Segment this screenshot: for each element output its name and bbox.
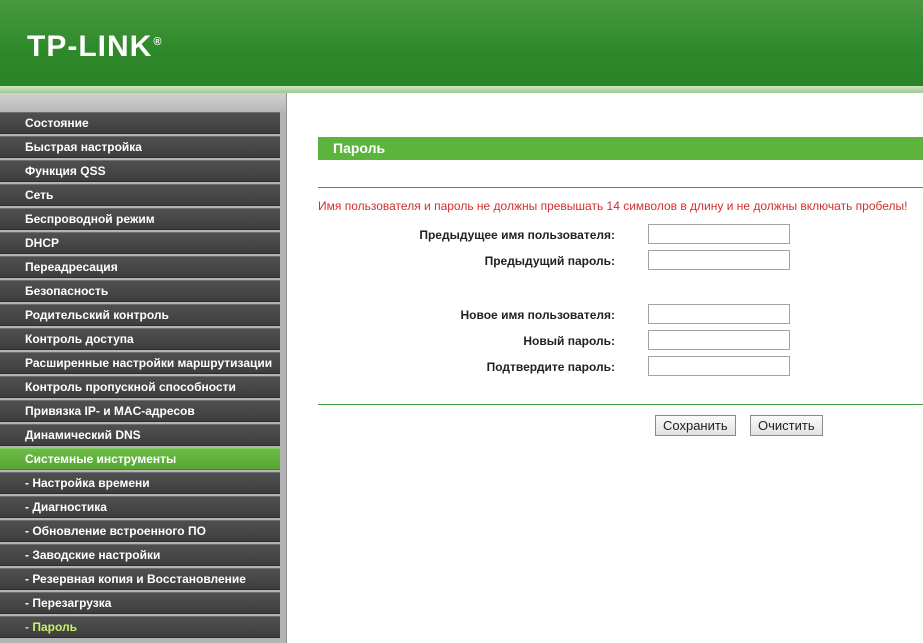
- sidebar-item-access-control[interactable]: Контроль доступа: [0, 328, 280, 350]
- warning-message: Имя пользователя и пароль не должны прев…: [318, 199, 908, 213]
- logo-text: TP-LINK: [27, 30, 153, 63]
- tp-link-logo: TP-LINK®: [27, 30, 162, 64]
- save-button[interactable]: Сохранить: [655, 415, 736, 436]
- sidebar-item-status[interactable]: Состояние: [0, 112, 280, 134]
- header-divider: [0, 86, 923, 93]
- sidebar-item-quick-setup[interactable]: Быстрая настройка: [0, 136, 280, 158]
- sidebar-item-factory-defaults[interactable]: - Заводские настройки: [0, 544, 280, 566]
- new-password-input[interactable]: [648, 330, 790, 350]
- sidebar-item-dynamic-dns[interactable]: Динамический DNS: [0, 424, 280, 446]
- sidebar-item-password[interactable]: - Пароль: [0, 616, 280, 638]
- sidebar-item-qss[interactable]: Функция QSS: [0, 160, 280, 182]
- new-password-label: Новый пароль:: [523, 334, 615, 348]
- sidebar-item-time-settings[interactable]: - Настройка времени: [0, 472, 280, 494]
- old-username-input[interactable]: [648, 224, 790, 244]
- old-password-input[interactable]: [648, 250, 790, 270]
- sidebar-menu: Состояние Быстрая настройка Функция QSS …: [0, 93, 287, 643]
- sidebar-item-advanced-routing[interactable]: Расширенные настройки маршрутизации: [0, 352, 280, 374]
- sidebar-item-wireless[interactable]: Беспроводной режим: [0, 208, 280, 230]
- main-content: Пароль Имя пользователя и пароль не долж…: [287, 93, 923, 643]
- clear-button[interactable]: Очистить: [750, 415, 823, 436]
- sidebar-item-diagnostics[interactable]: - Диагностика: [0, 496, 280, 518]
- sidebar-item-backup-restore[interactable]: - Резервная копия и Восстановление: [0, 568, 280, 590]
- confirm-password-input[interactable]: [648, 356, 790, 376]
- new-username-input[interactable]: [648, 304, 790, 324]
- sidebar-item-system-tools[interactable]: Системные инструменты: [0, 448, 280, 470]
- header-banner: TP-LINK®: [0, 0, 923, 86]
- top-divider: [318, 187, 923, 188]
- sidebar-item-bandwidth-control[interactable]: Контроль пропускной способности: [0, 376, 280, 398]
- sidebar-item-dhcp[interactable]: DHCP: [0, 232, 280, 254]
- new-username-label: Новое имя пользователя:: [460, 308, 615, 322]
- sidebar-item-firmware-upgrade[interactable]: - Обновление встроенного ПО: [0, 520, 280, 542]
- logo-registered-mark: ®: [153, 36, 163, 48]
- sidebar-item-security[interactable]: Безопасность: [0, 280, 280, 302]
- bottom-divider: [318, 404, 923, 405]
- old-username-label: Предыдущее имя пользователя:: [419, 228, 615, 242]
- page-title: Пароль: [318, 137, 923, 160]
- sidebar-item-parental-control[interactable]: Родительский контроль: [0, 304, 280, 326]
- sidebar-top-spacer: [0, 93, 286, 112]
- confirm-password-label: Подтвердите пароль:: [486, 360, 615, 374]
- sidebar-item-reboot[interactable]: - Перезагрузка: [0, 592, 280, 614]
- sidebar-item-ip-mac-binding[interactable]: Привязка IP- и MAC-адресов: [0, 400, 280, 422]
- sidebar-item-forwarding[interactable]: Переадресация: [0, 256, 280, 278]
- old-password-label: Предыдущий пароль:: [484, 254, 615, 268]
- sidebar-item-network[interactable]: Сеть: [0, 184, 280, 206]
